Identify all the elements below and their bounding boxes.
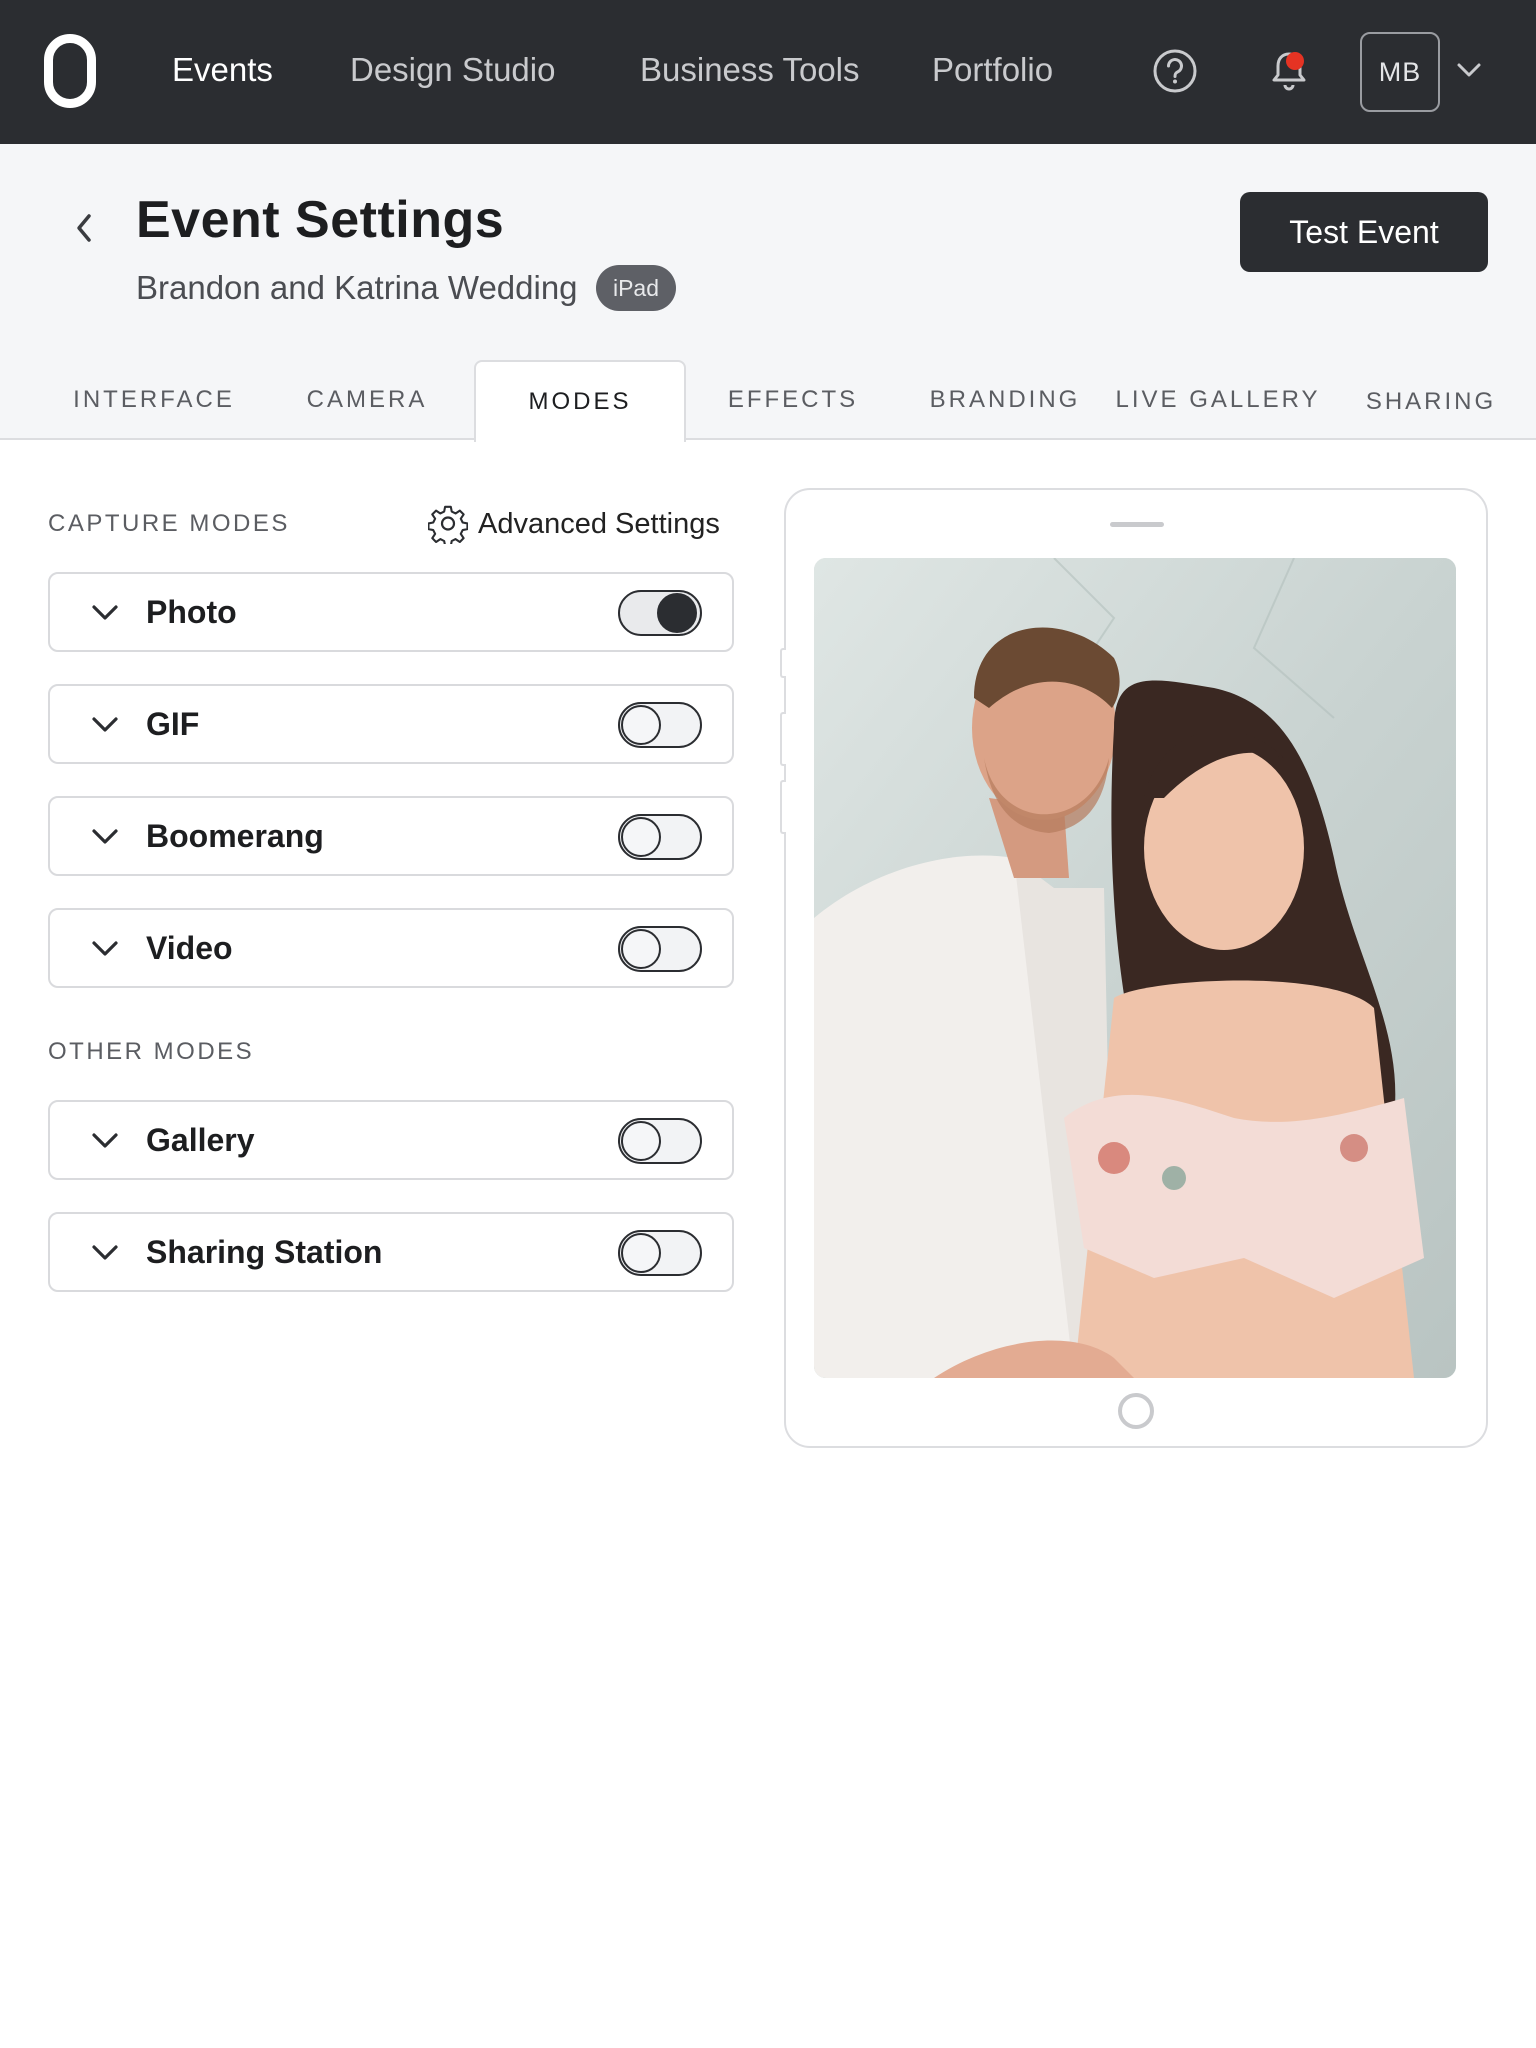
mode-label: GIF [146,706,200,742]
ipad-side-button [780,648,786,678]
top-nav: Events Design Studio Business Tools Port… [0,0,1536,144]
gif-toggle[interactable] [618,702,702,748]
mode-label: Gallery [146,1122,255,1158]
toggle-knob [621,929,661,969]
tab-live-gallery[interactable]: LIVE GALLERY [1112,360,1324,440]
ipad-side-button [780,780,786,834]
tab-sharing[interactable]: SHARING [1326,362,1536,442]
notification-dot [1286,52,1304,70]
mode-row-video[interactable]: Video [48,908,734,988]
toggle-knob [621,817,661,857]
page-title: Event Settings [136,191,505,249]
logo[interactable] [44,34,96,108]
tab-interface[interactable]: INTERFACE [48,360,260,440]
video-toggle[interactable] [618,926,702,972]
mode-label: Video [146,930,233,966]
advanced-settings-label: Advanced Settings [478,507,720,540]
other-modes-heading: OTHER MODES [48,1038,255,1065]
tab-branding[interactable]: BRANDING [900,360,1110,440]
toggle-knob [621,705,661,745]
chevron-down-icon[interactable] [90,826,120,848]
chevron-down-icon[interactable] [1455,60,1483,80]
sharing-station-toggle[interactable] [618,1230,702,1276]
preview-photo [814,558,1456,1378]
event-name: Brandon and Katrina Wedding [136,269,578,306]
gallery-toggle[interactable] [618,1118,702,1164]
toggle-knob [621,1121,661,1161]
device-badge: iPad [596,265,676,311]
mode-row-boomerang[interactable]: Boomerang [48,796,734,876]
chevron-down-icon[interactable] [90,714,120,736]
toggle-knob [621,1233,661,1273]
boomerang-toggle[interactable] [618,814,702,860]
tab-effects[interactable]: EFFECTS [688,360,898,440]
mode-row-photo[interactable]: Photo [48,572,734,652]
photo-toggle[interactable] [618,590,702,636]
tab-modes[interactable]: MODES [474,360,686,442]
chevron-down-icon[interactable] [90,1242,120,1264]
mode-row-gif[interactable]: GIF [48,684,734,764]
chevron-down-icon[interactable] [90,1130,120,1152]
couple-photo-illustration [814,558,1456,1378]
advanced-settings-link[interactable]: Advanced Settings [428,502,720,546]
gear-icon [428,505,468,544]
chevron-down-icon[interactable] [90,602,120,624]
back-chevron-icon[interactable] [68,208,100,248]
tab-camera[interactable]: CAMERA [262,360,472,440]
mode-label: Boomerang [146,818,324,854]
chevron-down-icon[interactable] [90,938,120,960]
nav-portfolio[interactable]: Portfolio [932,50,1053,90]
avatar[interactable]: MB [1360,32,1440,112]
mode-row-gallery[interactable]: Gallery [48,1100,734,1180]
ipad-side-button [780,712,786,766]
nav-events[interactable]: Events [172,50,273,90]
mode-label: Photo [146,594,237,630]
mode-row-sharing-station[interactable]: Sharing Station [48,1212,734,1292]
help-circle-icon[interactable] [1152,48,1198,94]
mode-label: Sharing Station [146,1234,383,1270]
capture-modes-heading: CAPTURE MODES [48,510,290,537]
ipad-speaker [1110,522,1164,527]
test-event-button[interactable]: Test Event [1240,192,1488,272]
ipad-home-button [1118,1393,1154,1429]
nav-business-tools[interactable]: Business Tools [640,50,860,90]
toggle-knob [657,593,697,633]
nav-design-studio[interactable]: Design Studio [350,50,555,90]
